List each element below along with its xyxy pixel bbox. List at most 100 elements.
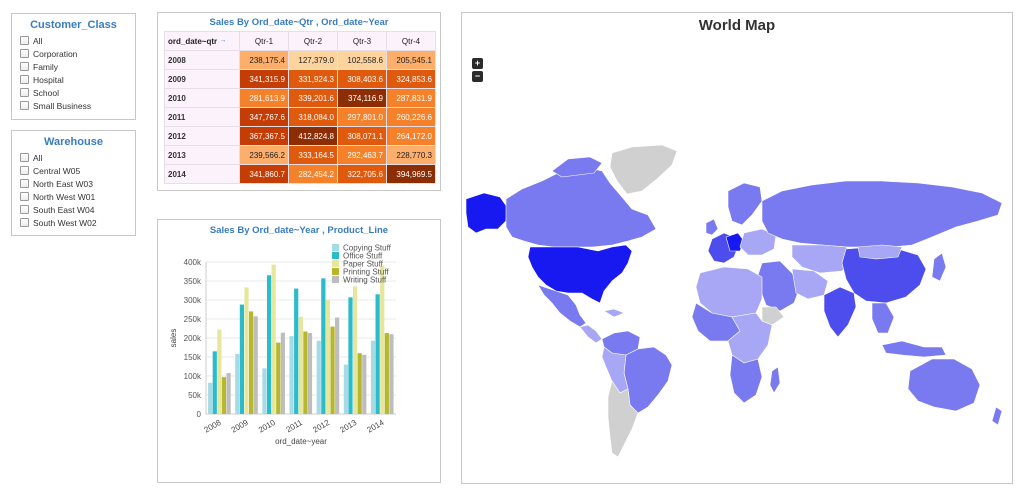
bar[interactable] — [226, 372, 231, 414]
checkbox[interactable] — [20, 36, 29, 45]
pivot-col-header[interactable]: Qtr-4 — [386, 31, 436, 51]
map-region-india[interactable] — [823, 286, 857, 338]
bar[interactable] — [276, 342, 281, 414]
pivot-cell[interactable]: 205,545.1 — [386, 50, 436, 70]
map-region-mongolia[interactable] — [857, 244, 903, 260]
pivot-row-header[interactable]: 2012 — [164, 126, 240, 146]
legend-swatch[interactable] — [332, 276, 339, 283]
pivot-cell[interactable]: 367,367.5 — [239, 126, 289, 146]
legend-swatch[interactable] — [332, 244, 339, 251]
pivot-corner-header[interactable]: ord_date~qtr → — [164, 31, 240, 51]
map-region-alaska[interactable] — [465, 192, 508, 234]
warehouse-option[interactable]: South West W02 — [20, 216, 127, 229]
legend-swatch[interactable] — [332, 252, 339, 259]
pivot-row-header[interactable]: 2013 — [164, 145, 240, 165]
checkbox[interactable] — [20, 101, 29, 110]
checkbox[interactable] — [20, 49, 29, 58]
checkbox[interactable] — [20, 88, 29, 97]
world-map[interactable] — [462, 41, 1012, 481]
pivot-cell[interactable]: 341,315.9 — [239, 69, 289, 89]
checkbox[interactable] — [20, 179, 29, 188]
pivot-cell[interactable]: 281,613.9 — [239, 88, 289, 108]
bar[interactable] — [221, 377, 227, 414]
pivot-row-header[interactable]: 2008 — [164, 50, 240, 70]
map-region-greenland[interactable] — [609, 144, 678, 195]
pivot-cell[interactable]: 347,767.6 — [239, 107, 289, 127]
bar[interactable] — [235, 353, 240, 414]
bar[interactable] — [348, 297, 353, 414]
bar[interactable] — [271, 264, 276, 414]
pivot-cell[interactable]: 324,853.6 — [386, 69, 436, 89]
pivot-col-header[interactable]: Qtr-2 — [288, 31, 338, 51]
bar[interactable] — [280, 332, 285, 414]
map-region-southeast-asia[interactable] — [871, 302, 895, 334]
checkbox[interactable] — [20, 75, 29, 84]
checkbox[interactable] — [20, 62, 29, 71]
bar[interactable] — [321, 278, 326, 414]
pivot-cell[interactable]: 238,175.4 — [239, 50, 289, 70]
pivot-cell[interactable]: 308,403.6 — [337, 69, 387, 89]
checkbox[interactable] — [20, 218, 29, 227]
legend-swatch[interactable] — [332, 260, 339, 267]
pivot-cell[interactable]: 308,071.1 — [337, 126, 387, 146]
pivot-cell[interactable]: 412,824.8 — [288, 126, 338, 146]
map-region-japan[interactable] — [931, 252, 947, 282]
bar[interactable] — [380, 265, 385, 414]
bar[interactable] — [375, 294, 380, 414]
customer-class-option[interactable]: School — [20, 86, 127, 99]
pivot-cell[interactable]: 228,770.3 — [386, 145, 436, 165]
customer-class-option[interactable]: All — [20, 34, 127, 47]
pivot-cell[interactable]: 394,969.5 — [386, 164, 436, 184]
bar[interactable] — [362, 354, 367, 414]
warehouse-option[interactable]: All — [20, 151, 127, 164]
bar[interactable] — [384, 333, 389, 414]
pivot-row-header[interactable]: 2014 — [164, 164, 240, 184]
bar[interactable] — [212, 351, 217, 414]
pivot-cell[interactable]: 318,084.0 — [288, 107, 338, 127]
pivot-cell[interactable]: 333,164.5 — [288, 145, 338, 165]
bar[interactable] — [239, 304, 245, 414]
bar[interactable] — [357, 353, 362, 414]
customer-class-option[interactable]: Family — [20, 60, 127, 73]
bar[interactable] — [289, 336, 294, 414]
map-region-madagascar[interactable] — [769, 366, 781, 394]
checkbox[interactable] — [20, 153, 29, 162]
customer-class-option[interactable]: Corporation — [20, 47, 127, 60]
pivot-row-header[interactable]: 2010 — [164, 88, 240, 108]
checkbox[interactable] — [20, 166, 29, 175]
bar[interactable] — [370, 340, 376, 414]
map-region-brazil[interactable] — [623, 346, 673, 414]
warehouse-option[interactable]: Central W05 — [20, 164, 127, 177]
bar[interactable] — [389, 334, 394, 414]
map-region-russia[interactable] — [761, 180, 1003, 248]
pivot-cell[interactable]: 322,705.6 — [337, 164, 387, 184]
map-region-central-america[interactable] — [579, 324, 603, 344]
map-region-new-zealand[interactable] — [991, 406, 1003, 426]
checkbox[interactable] — [20, 205, 29, 214]
warehouse-option[interactable]: North East W03 — [20, 177, 127, 190]
map-region-australia[interactable] — [907, 358, 981, 412]
pivot-cell[interactable]: 297,801.0 — [337, 107, 387, 127]
pivot-col-header[interactable]: Qtr-1 — [239, 31, 289, 51]
pivot-cell[interactable]: 287,831.9 — [386, 88, 436, 108]
bar[interactable] — [316, 340, 321, 414]
bar[interactable] — [335, 317, 340, 414]
pivot-cell[interactable]: 102,558.6 — [337, 50, 387, 70]
pivot-col-header[interactable]: Qtr-3 — [337, 31, 387, 51]
pivot-cell[interactable]: 374,116.9 — [337, 88, 387, 108]
bar[interactable] — [330, 326, 335, 414]
bar[interactable] — [294, 288, 299, 414]
pivot-cell[interactable]: 282,454.2 — [288, 164, 338, 184]
bar[interactable] — [303, 331, 308, 414]
warehouse-option[interactable]: South East W04 — [20, 203, 127, 216]
pivot-cell[interactable]: 264,172.0 — [386, 126, 436, 146]
bar[interactable] — [262, 368, 267, 414]
bar[interactable] — [217, 329, 222, 414]
bar[interactable] — [325, 300, 331, 414]
customer-class-option[interactable]: Hospital — [20, 73, 127, 86]
bar[interactable] — [343, 364, 348, 414]
warehouse-option[interactable]: North West W01 — [20, 190, 127, 203]
bar[interactable] — [208, 382, 213, 414]
pivot-row-header[interactable]: 2009 — [164, 69, 240, 89]
customer-class-option[interactable]: Small Business — [20, 99, 127, 112]
